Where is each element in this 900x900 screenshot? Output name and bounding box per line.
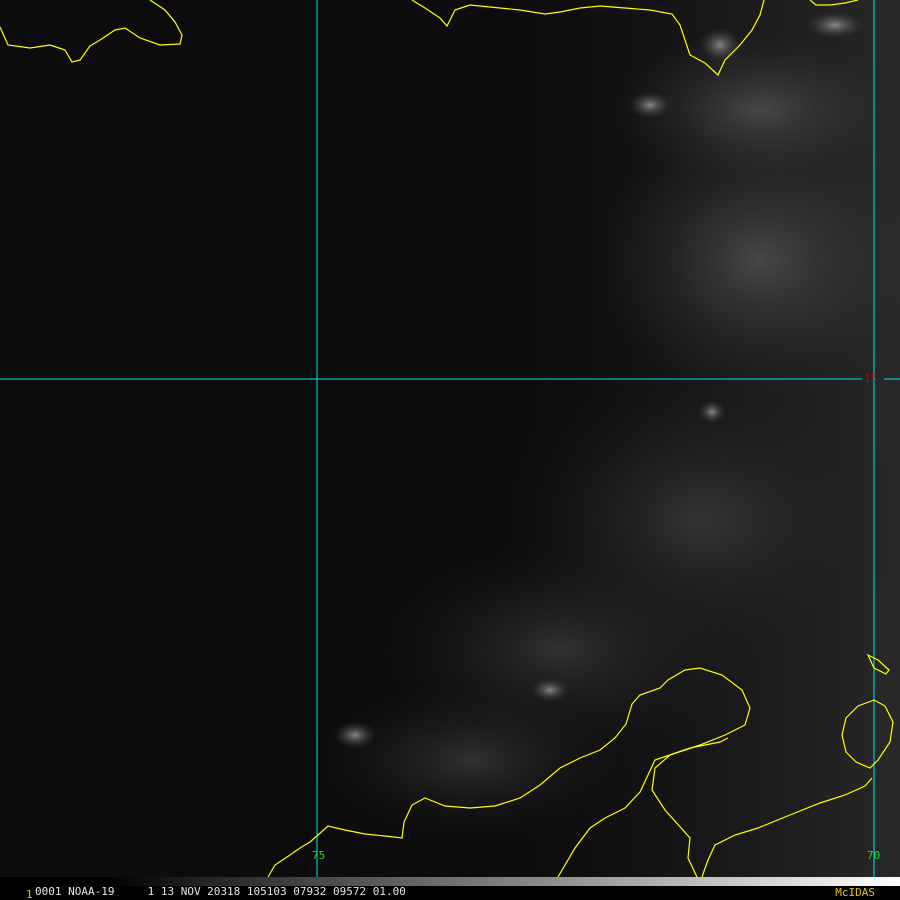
longitude-label-west: 75 [312,849,326,862]
bright-cloud [698,400,726,424]
image-info-bar: 1 0001 NOAA-19 1 13 NOV 20318 105103 079… [0,877,900,900]
bright-cloud [628,91,672,119]
satellite-image-view: 15 75 70 1 0001 NOAA-19 1 13 NOV 20318 1… [0,0,900,900]
cloud-mass [310,680,630,840]
bright-cloud [698,27,742,63]
satellite-imagery [0,0,900,900]
image-metadata-text: 0001 NOAA-19 1 13 NOV 20318 105103 07932… [35,885,406,898]
latitude-label: 15 [864,372,878,385]
frame-number: 1 [26,888,33,900]
bright-cloud [333,721,377,749]
bright-cloud [805,11,865,39]
mcidas-brand: McIDAS [835,886,875,899]
longitude-label-east: 70 [867,849,881,862]
bright-cloud [530,678,570,702]
